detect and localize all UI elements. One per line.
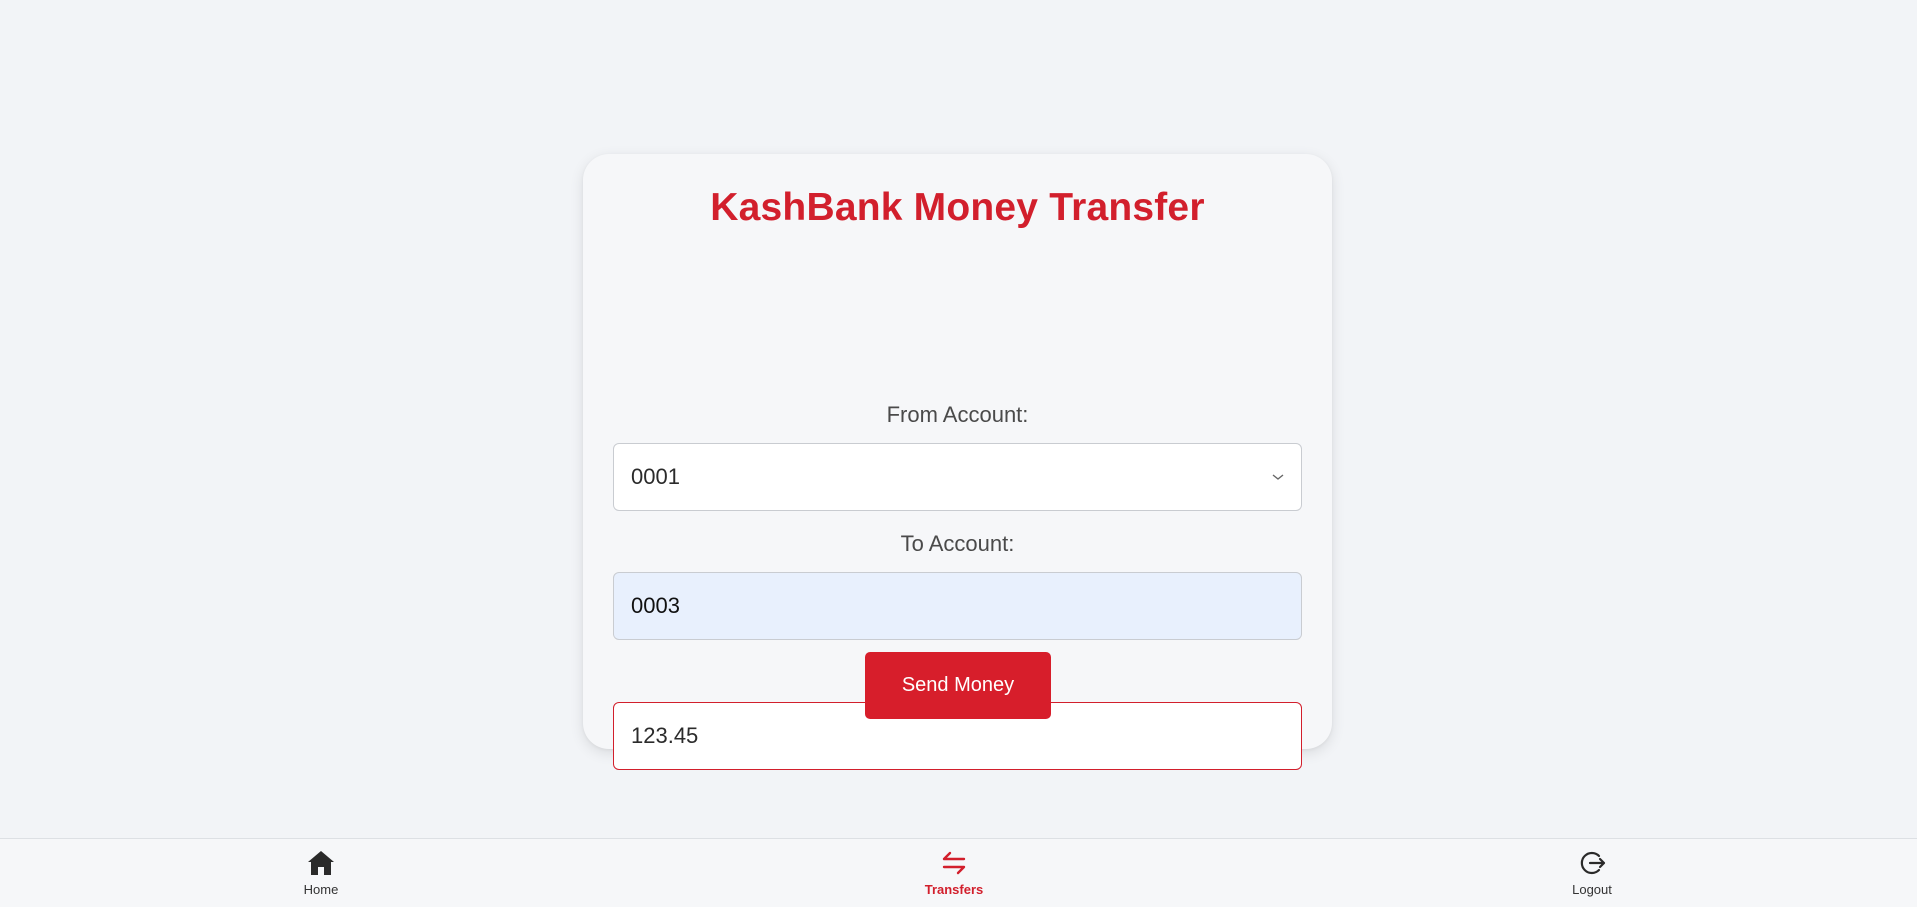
nav-label-logout: Logout: [1572, 882, 1612, 897]
to-account-value: 0003: [631, 593, 680, 618]
amount-value: 123.45: [631, 723, 699, 748]
home-icon: [305, 847, 337, 879]
nav-label-transfers: Transfers: [924, 882, 984, 897]
from-account-value: 0001: [631, 464, 680, 489]
logout-icon: [1576, 847, 1608, 879]
nav-item-home[interactable]: Home: [261, 847, 381, 901]
page: KashBank Money Transfer From Account: 00…: [0, 0, 1917, 907]
from-account-label: From Account:: [886, 402, 1029, 427]
nav-label-home: Home: [303, 882, 339, 897]
send-money-button[interactable]: Send Money: [865, 652, 1051, 719]
to-account-label: To Account:: [900, 531, 1015, 556]
transfer-card: KashBank Money Transfer From Account: 00…: [583, 154, 1332, 770]
bottom-nav: Home Transfers Logout: [0, 838, 1917, 907]
from-account-select[interactable]: 0001: [613, 443, 1302, 511]
chevron-down-icon: [1272, 474, 1284, 480]
nav-item-transfers[interactable]: Transfers: [894, 847, 1014, 901]
transfer-arrows-icon: [938, 847, 970, 879]
to-account-input[interactable]: 0003: [613, 572, 1302, 640]
page-title: KashBank Money Transfer: [710, 186, 1205, 229]
nav-item-logout[interactable]: Logout: [1532, 847, 1652, 901]
